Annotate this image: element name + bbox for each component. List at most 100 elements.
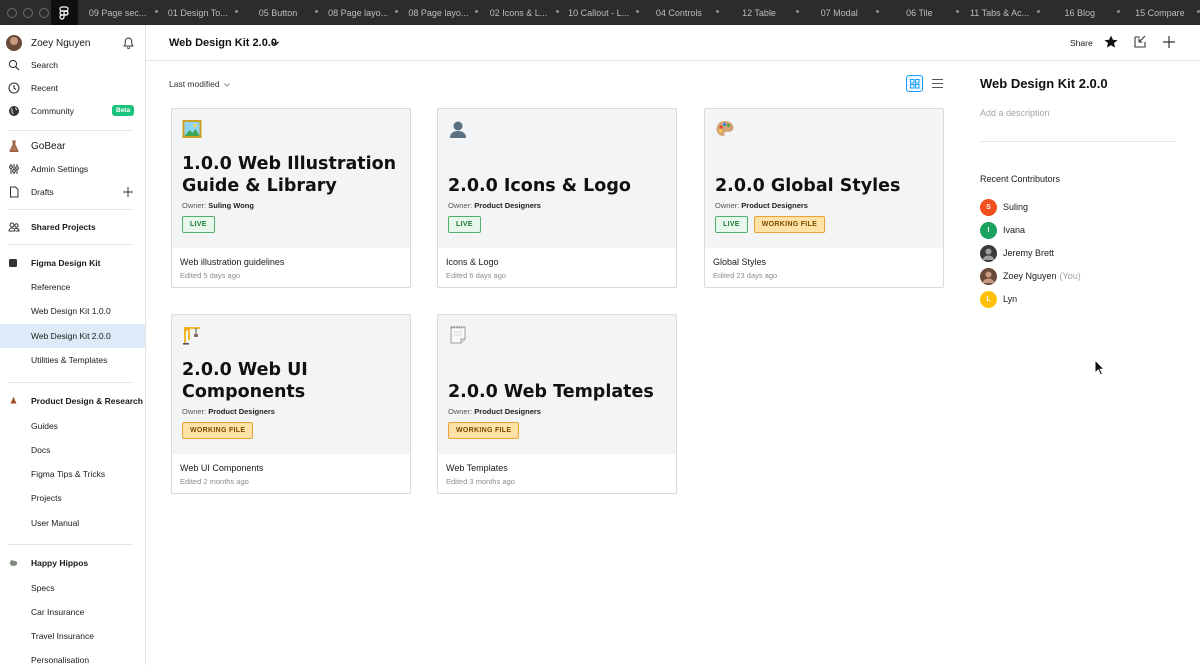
file-tab[interactable]: 11 Tabs & Ac... xyxy=(959,0,1040,25)
star-icon[interactable] xyxy=(1103,34,1119,50)
file-tab[interactable]: 15 Compare xyxy=(1120,0,1200,25)
sidebar-item-project[interactable]: Utilities & Templates xyxy=(0,349,145,371)
divider xyxy=(8,130,133,131)
team-happy-hippos[interactable]: Happy Hippos xyxy=(0,552,145,574)
user-menu[interactable]: Zoey Nguyen xyxy=(0,32,145,54)
contributor-item: I Ivana xyxy=(980,221,1180,239)
tab-bar: 09 Page sec... 01 Design To... 05 Button… xyxy=(0,0,1200,25)
file-card[interactable]: 1.0.0 Web Illustration Guide & Library O… xyxy=(171,108,411,288)
file-tab[interactable]: 16 Blog xyxy=(1040,0,1120,25)
import-icon[interactable] xyxy=(1132,34,1148,50)
team-product-design[interactable]: Product Design & Research xyxy=(0,390,145,412)
file-tab[interactable]: 05 Button xyxy=(238,0,319,25)
contributor-item: Jeremy Brett xyxy=(980,244,1180,262)
file-edited-time: Edited 6 days ago xyxy=(446,271,507,280)
search-icon xyxy=(8,59,20,71)
file-tab[interactable]: 08 Page layo... xyxy=(318,0,399,25)
sidebar-item-project[interactable]: Web Design Kit 1.0.0 xyxy=(0,300,145,322)
chevron-down-icon[interactable] xyxy=(272,41,279,46)
contributor-item: Zoey Nguyen (You) xyxy=(980,267,1180,285)
beta-badge: Beta xyxy=(112,105,135,116)
sidebar-item-label: Figma Tips & Tricks xyxy=(31,469,106,479)
sidebar-item-label: Drafts xyxy=(31,187,54,197)
sidebar-item-org[interactable]: GoBear xyxy=(0,135,145,157)
file-cover-title: 2.0.0 Web UI Components xyxy=(182,360,308,402)
file-tab[interactable]: 12 Table xyxy=(719,0,800,25)
sidebar-item-project[interactable]: Reference xyxy=(0,276,145,298)
file-tab[interactable]: 06 Tile xyxy=(879,0,960,25)
status-badge-working-file: WORKING FILE xyxy=(753,216,826,233)
panel-project-title: Web Design Kit 2.0.0 xyxy=(980,76,1108,91)
file-card[interactable]: 2.0.0 Web Templates Owner: Product Desig… xyxy=(437,314,677,494)
file-tab[interactable]: 08 Page layo... xyxy=(398,0,479,25)
owner-prefix: Owner: xyxy=(182,201,207,210)
clock-icon xyxy=(8,82,20,94)
file-card[interactable]: 2.0.0 Web UI Components Owner: Product D… xyxy=(171,314,411,494)
sidebar-item-label: Web Design Kit 2.0.0 xyxy=(31,331,111,341)
new-file-plus-icon[interactable] xyxy=(1161,34,1177,50)
sidebar-item-project[interactable]: Projects xyxy=(0,487,145,509)
file-owner: Owner: Product Designers xyxy=(182,407,275,416)
file-tab[interactable]: 07 Modal xyxy=(799,0,880,25)
silhouette-icon xyxy=(450,121,466,138)
file-name: Web UI Components xyxy=(180,463,264,473)
file-name: Global Styles xyxy=(713,257,767,267)
user-photo-icon xyxy=(982,271,995,283)
status-badge-working-file: WORKING FILE xyxy=(182,422,254,439)
sidebar-item-drafts[interactable]: Drafts xyxy=(0,181,145,203)
sidebar-item-project-active[interactable]: Web Design Kit 2.0.0 xyxy=(0,324,145,348)
sidebar-item-label: User Manual xyxy=(31,518,80,528)
file-card[interactable]: 2.0.0 Global Styles Owner: Product Desig… xyxy=(704,108,944,288)
sidebar-item-project[interactable]: Specs xyxy=(0,577,145,599)
file-tab[interactable]: 04 Controls xyxy=(639,0,719,25)
file-cover-title: 1.0.0 Web Illustration Guide & Library xyxy=(182,154,397,196)
sidebar-item-label: Car Insurance xyxy=(31,607,85,617)
description-input[interactable]: Add a description xyxy=(980,108,1050,118)
sidebar-item-project[interactable]: Guides xyxy=(0,415,145,437)
team-figma-design-kit[interactable]: Figma Design Kit xyxy=(0,252,145,274)
file-tab[interactable]: 09 Page sec... xyxy=(78,0,158,25)
sidebar-item-recent[interactable]: Recent xyxy=(0,77,145,99)
figma-logo-icon[interactable] xyxy=(50,0,78,25)
sidebar-item-admin-settings[interactable]: Admin Settings xyxy=(0,158,145,180)
sidebar-item-project[interactable]: User Manual xyxy=(0,512,145,534)
contributor-name: Ivana xyxy=(1003,225,1026,235)
sidebar-item-project[interactable]: Travel Insurance xyxy=(0,625,145,647)
file-tab[interactable]: 01 Design To... xyxy=(158,0,238,25)
contributor-name: Suling xyxy=(1003,202,1029,212)
sort-dropdown[interactable]: Last modified xyxy=(169,79,230,89)
avatar xyxy=(6,35,22,51)
sidebar-item-project[interactable]: Car Insurance xyxy=(0,601,145,623)
file-tab[interactable]: 02 Icons & L... xyxy=(478,0,559,25)
project-title-dropdown[interactable]: Web Design Kit 2.0.0 xyxy=(169,37,277,49)
sidebar-item-project[interactable]: Personalisation xyxy=(0,649,145,671)
file-card[interactable]: 2.0.0 Icons & Logo Owner: Product Design… xyxy=(437,108,677,288)
team-square-icon xyxy=(9,259,17,267)
sidebar-item-label: Reference xyxy=(31,282,71,292)
owner-prefix: Owner: xyxy=(715,201,740,210)
file-edited-time: Edited 5 days ago xyxy=(180,271,241,280)
sidebar-item-search[interactable]: Search xyxy=(0,54,145,76)
owner-prefix: Owner: xyxy=(448,201,473,210)
file-edited-time: Edited 23 days ago xyxy=(713,271,778,280)
sidebar-item-project[interactable]: Figma Tips & Tricks xyxy=(0,463,145,485)
share-button[interactable]: Share xyxy=(1070,38,1093,48)
contributor-name: Lyn xyxy=(1003,294,1018,304)
minimize-window-icon[interactable] xyxy=(23,7,33,18)
grid-view-toggle[interactable] xyxy=(906,75,923,92)
close-window-icon[interactable] xyxy=(7,7,17,18)
plus-icon[interactable] xyxy=(123,187,133,197)
zoom-window-icon[interactable] xyxy=(39,7,49,18)
bell-icon[interactable] xyxy=(123,37,134,49)
file-tab[interactable]: 10 Callout - L... xyxy=(559,0,639,25)
list-view-toggle[interactable] xyxy=(929,75,946,92)
sidebar-item-community[interactable]: Community Beta xyxy=(0,100,145,122)
divider xyxy=(8,544,133,545)
sidebar-item-project[interactable]: Docs xyxy=(0,439,145,461)
sidebar-item-shared-projects[interactable]: Shared Projects xyxy=(0,216,145,238)
owner-name: Product Designers xyxy=(208,407,275,416)
org-name: GoBear xyxy=(31,140,66,152)
file-thumbnail: 2.0.0 Global Styles Owner: Product Desig… xyxy=(705,109,943,248)
sidebar-item-label: Utilities & Templates xyxy=(31,355,108,365)
sidebar-item-label: Travel Insurance xyxy=(31,631,94,641)
